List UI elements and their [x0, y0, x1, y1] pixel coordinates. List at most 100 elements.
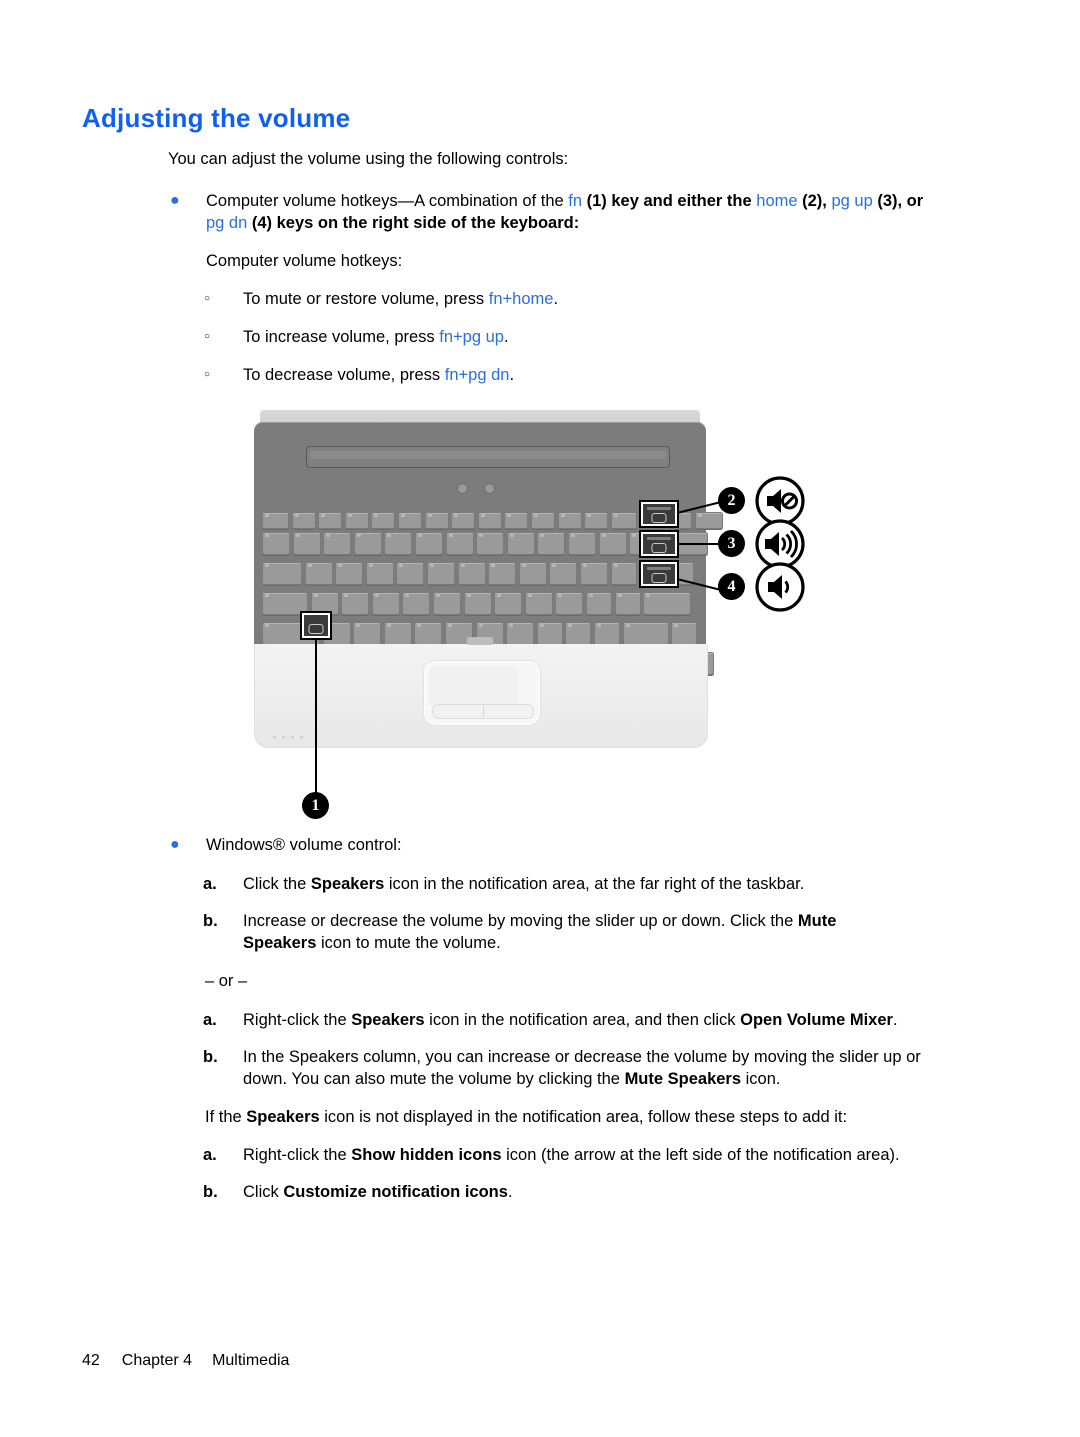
key-f9 — [504, 512, 529, 529]
step-a2-part5: . — [892, 1011, 898, 1029]
key-f8 — [477, 512, 502, 529]
step-a3-show-hidden-icons: Show hidden icons — [351, 1146, 502, 1164]
key-shift-right — [622, 622, 669, 645]
pg-up-key-glyph — [651, 543, 667, 553]
step-a1-text: Click the Speakers icon in the notificat… — [243, 873, 804, 896]
step-a1-part3: icon in the notification area, at the fa… — [384, 875, 805, 893]
key-y — [457, 562, 486, 585]
key-e — [365, 562, 394, 585]
key-pgup-label: pg up — [831, 192, 873, 210]
hotkey-fn-pgup: fn+pg up — [439, 328, 504, 346]
key-f12 — [584, 512, 609, 529]
highlight-fn-key — [300, 611, 332, 640]
key-j — [494, 592, 523, 615]
step-b1-part1: Increase or decrease the volume by movin… — [243, 912, 798, 930]
power-button-icon — [457, 483, 468, 494]
step-b3-part1: Click — [243, 1183, 284, 1201]
bullet-one-line-two: pg dn (4) keys on the right side of the … — [206, 212, 579, 235]
key-f4 — [371, 512, 396, 529]
subbullet-increase: To increase volume, press fn+pg up. — [243, 326, 509, 349]
step-b1-speakers: Speakers — [243, 934, 317, 952]
key-bracket-left — [610, 562, 637, 585]
key-f6 — [424, 512, 449, 529]
key-tab — [262, 562, 302, 585]
key-esc — [262, 512, 289, 529]
step-a3-text: Right-click the Show hidden icons icon (… — [243, 1144, 900, 1167]
status-leds — [273, 736, 303, 739]
key-a — [310, 592, 339, 615]
step-a3-part3: icon (the arrow at the left side of the … — [501, 1146, 900, 1164]
callout-3: 3 — [718, 530, 745, 557]
highlight-home-key — [639, 500, 679, 528]
key-u — [488, 562, 517, 585]
key-f1 — [291, 512, 316, 529]
bullet-one-seg4: (3), or — [872, 192, 924, 210]
key-pgdn-label: pg dn — [206, 214, 248, 232]
key-f5 — [397, 512, 422, 529]
key-t — [426, 562, 455, 585]
step-b3-customize-notification-icons: Customize notification icons — [283, 1183, 508, 1201]
subbullet-increase-text: To increase volume, press — [243, 328, 440, 346]
key-4 — [384, 532, 413, 555]
step-b3-part3: . — [507, 1183, 513, 1201]
hotkey-fn-home: fn+home — [488, 290, 554, 308]
bullet-marker: ● — [170, 836, 180, 853]
note-paragraph: If the Speakers icon is not displayed in… — [205, 1106, 847, 1129]
step-b1-part2: icon to mute the volume. — [316, 934, 501, 952]
subbullet-mute-tail: . — [553, 290, 559, 308]
key-f2 — [318, 512, 343, 529]
key-f11 — [557, 512, 582, 529]
key-insert — [610, 512, 637, 529]
step-marker-b: b. — [203, 1183, 218, 1201]
key-f10 — [530, 512, 555, 529]
lid-latch — [467, 637, 493, 645]
key-h — [463, 592, 492, 615]
key-l — [555, 592, 584, 615]
step-marker-a: a. — [203, 875, 217, 893]
bullet-one-line-two-rest: (4) keys on the right side of the keyboa… — [247, 214, 580, 232]
palm-rest — [254, 637, 708, 748]
bullet-one-seg1: Computer volume hotkeys—A combination of… — [206, 192, 569, 210]
note-part3: icon is not displayed in the notificatio… — [319, 1108, 848, 1126]
subbullet-marker: ○ — [204, 293, 211, 304]
step-a2-open-volume-mixer: Open Volume Mixer — [740, 1011, 893, 1029]
key-semicolon — [585, 592, 612, 615]
step-b1-mute: Mute — [797, 912, 837, 930]
step-b2-part3: icon. — [741, 1070, 781, 1088]
key-comma — [536, 622, 563, 645]
key-minus — [598, 532, 627, 555]
windows-volume-control-label: Windows® volume control: — [206, 836, 402, 854]
key-m — [506, 622, 535, 645]
step-marker-a: a. — [203, 1146, 217, 1164]
subbullet-decrease: To decrease volume, press fn+pg dn. — [243, 364, 514, 387]
callout-1: 1 — [302, 792, 329, 819]
key-r — [396, 562, 425, 585]
bullet-one-seg3: (2), — [797, 192, 832, 210]
key-5 — [414, 532, 443, 555]
key-8 — [506, 532, 535, 555]
step-a1-speakers: Speakers — [310, 875, 385, 893]
step-a2-part3: icon in the notification area, and then … — [424, 1011, 741, 1029]
intro-paragraph: You can adjust the volume using the foll… — [168, 150, 569, 168]
callout-4: 4 — [718, 573, 745, 600]
key-quote — [614, 592, 641, 615]
hotkeys-label: Computer volume hotkeys: — [206, 252, 403, 270]
bullet-marker: ● — [170, 192, 180, 209]
step-a1-part1: Click the — [243, 875, 311, 893]
key-grave — [262, 532, 290, 555]
subbullet-increase-tail: . — [503, 328, 509, 346]
step-b2-line2: down. You can also mute the volume by cl… — [243, 1068, 780, 1091]
key-w — [335, 562, 364, 585]
key-9 — [537, 532, 566, 555]
key-2 — [323, 532, 352, 555]
key-x — [353, 622, 382, 645]
step-b3-text: Click Customize notification icons. — [243, 1181, 513, 1204]
step-marker-b: b. — [203, 1048, 218, 1066]
key-slash — [593, 622, 620, 645]
laptop-figure: 1 2 3 4 — [246, 408, 806, 833]
subbullet-mute-text: To mute or restore volume, press — [243, 290, 489, 308]
key-0 — [567, 532, 596, 555]
step-marker-b: b. — [203, 912, 218, 930]
key-f3 — [344, 512, 369, 529]
speaker-grille — [306, 446, 670, 468]
